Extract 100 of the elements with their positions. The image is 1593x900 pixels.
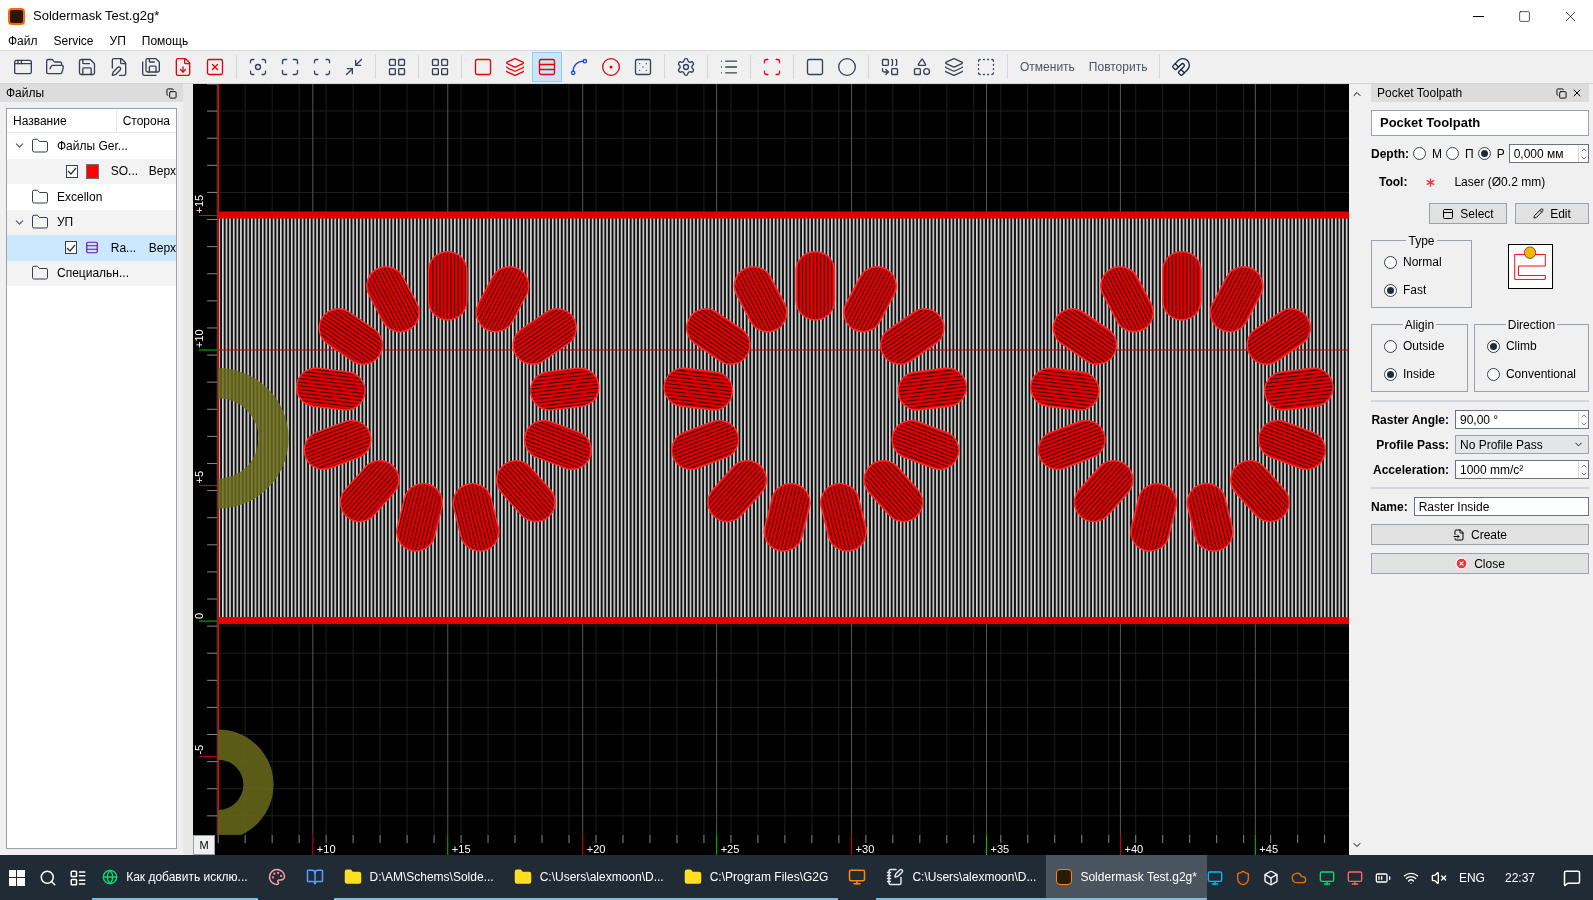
folder-icon [31, 264, 49, 283]
taskbar-item[interactable]: C:\Users\alexmoon\D... [503, 855, 674, 900]
redo-button[interactable]: Повторить [1082, 58, 1154, 76]
language-indicator[interactable]: ENG [1458, 868, 1485, 887]
undo-button[interactable]: Отменить [1014, 58, 1081, 76]
field-label: Name: [1371, 498, 1408, 516]
create-icon [1453, 528, 1465, 541]
tree-row[interactable]: Ra... Верх [7, 235, 176, 261]
tree-label: Файлы Ger... [57, 137, 128, 155]
radio-button[interactable] [1384, 255, 1397, 269]
radio-label: Conventional [1505, 366, 1576, 383]
circle-target-icon [601, 57, 621, 77]
radio-button[interactable] [1384, 283, 1397, 297]
radio-label: М [1432, 145, 1442, 163]
folder-icon [31, 187, 49, 206]
tray-shield-icon[interactable] [1234, 869, 1251, 886]
zoom-extents-icon [280, 57, 300, 77]
ruler-label: +15 [451, 843, 471, 855]
close-panel-button[interactable]: Close [1371, 553, 1589, 574]
raster-icon [537, 57, 557, 77]
tray-monitor-icon[interactable] [1206, 869, 1223, 886]
pocket-icon [473, 57, 493, 77]
folder-icon [45, 57, 65, 77]
menu-item[interactable]: Файл [8, 32, 38, 50]
folder-icon [31, 136, 49, 155]
float-icon[interactable] [166, 87, 177, 99]
field-label: Acceleration: [1371, 461, 1449, 479]
panel-title: Pocket Toolpath [1377, 85, 1464, 102]
taskbar-item[interactable]: Как добавить исклю... [92, 855, 258, 900]
radio-button[interactable] [1477, 147, 1491, 160]
window-icon [13, 57, 33, 77]
radio-button[interactable] [1486, 339, 1500, 353]
create-button[interactable]: Create [1371, 524, 1589, 545]
ruler-label: +35 [990, 843, 1010, 855]
raster-angle-field[interactable]: 90,00 ° [1455, 410, 1589, 429]
taskbar-item[interactable]: C:\Program Files\G2G [673, 855, 839, 900]
tree-row[interactable]: Специальн... [7, 260, 176, 286]
frame-icon [762, 57, 782, 77]
radio-button[interactable] [1384, 367, 1397, 381]
save-as-icon [109, 57, 129, 77]
browser-icon [102, 868, 119, 885]
taskbar-item[interactable]: Soldermask Test.g2g* [1046, 855, 1207, 900]
radio-label: Р [1496, 145, 1505, 163]
tree-label: УП [57, 214, 75, 232]
select-button[interactable]: Select [1429, 203, 1507, 224]
close-file-icon [205, 57, 225, 77]
acceleration-field[interactable]: 1000 mm/c² [1455, 460, 1589, 479]
float-icon[interactable] [1556, 87, 1567, 99]
dashed-square-icon [976, 57, 996, 77]
menu-item[interactable]: Помощь [141, 32, 189, 50]
tray-monitor-icon[interactable] [1346, 869, 1363, 886]
checkbox[interactable] [64, 241, 77, 255]
profile-pass-dropdown[interactable]: No Profile Pass [1455, 435, 1589, 454]
mute-icon[interactable] [1430, 869, 1447, 886]
tray-box-icon[interactable] [1262, 869, 1279, 886]
folder-icon [343, 867, 362, 886]
palette-icon [267, 867, 286, 886]
tree-row[interactable]: SO... Верх [7, 158, 176, 184]
app-logo-icon [1056, 868, 1073, 885]
maximize-icon [1517, 9, 1531, 23]
field-label: Profile Pass: [1375, 436, 1449, 454]
field-label: Depth: [1371, 145, 1409, 163]
zoom-fit-icon [248, 57, 268, 77]
corner-button[interactable]: M [193, 835, 215, 855]
ruler-label: +5 [193, 470, 206, 484]
taskbar-item[interactable]: D:\AM\Schems\Solde... [333, 855, 504, 900]
depth-field[interactable]: 0,000 мм [1508, 144, 1589, 163]
menu-item[interactable]: Service [53, 32, 94, 50]
pencil-icon [1533, 208, 1545, 219]
checkbox[interactable] [65, 164, 78, 178]
name-field[interactable]: Raster Inside [1413, 497, 1589, 516]
close-icon[interactable] [1571, 87, 1583, 99]
radio-button[interactable] [1486, 367, 1500, 381]
close-icon [1455, 557, 1469, 570]
zoom-out-icon [344, 57, 364, 77]
grid-icon [387, 57, 407, 77]
curve-icon [569, 57, 589, 77]
tray-monitor-icon[interactable] [1318, 869, 1335, 886]
magnet-icon [1171, 57, 1192, 77]
radio-label: Fast [1403, 282, 1427, 299]
tree-row[interactable]: УП [7, 209, 176, 235]
radio-button[interactable] [1413, 147, 1426, 160]
radio-label: Inside [1403, 366, 1436, 383]
radio-button[interactable] [1384, 339, 1397, 353]
ruler-label: +10 [316, 843, 336, 855]
task-view-icon [68, 868, 87, 887]
radio-button[interactable] [1446, 147, 1459, 160]
column-header[interactable]: Название [7, 109, 117, 132]
ruler-label: +10 [193, 329, 206, 349]
zoom-select-icon [312, 57, 332, 77]
clock[interactable]: 22:37 [1504, 868, 1535, 887]
menu-item[interactable]: УП [109, 32, 126, 50]
layers-icon [505, 57, 525, 77]
edit-button[interactable]: Edit [1515, 203, 1589, 224]
dots-icon [633, 57, 653, 77]
pocket-preview-drawing [1508, 244, 1553, 289]
column-header[interactable]: Сторона [116, 109, 176, 132]
notifications-icon[interactable] [1563, 868, 1581, 887]
panel-title: Файлы [6, 85, 45, 102]
radio-label: П [1465, 145, 1474, 163]
